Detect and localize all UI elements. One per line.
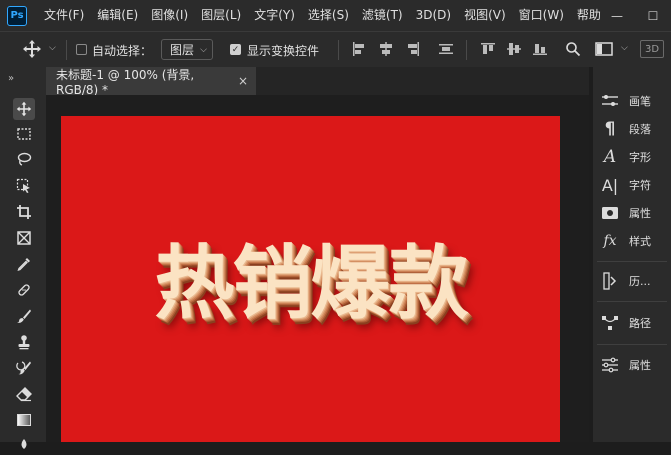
divider bbox=[66, 40, 67, 60]
auto-select-target-value: 图层 bbox=[170, 43, 195, 57]
menu-select[interactable]: 选择(S) bbox=[301, 0, 355, 31]
align-left-edges-icon[interactable] bbox=[351, 41, 367, 61]
close-icon[interactable]: × bbox=[238, 74, 248, 88]
workspace-icon[interactable] bbox=[595, 41, 613, 61]
panel-history[interactable]: 历... bbox=[593, 268, 671, 294]
gradient-icon[interactable] bbox=[13, 409, 35, 431]
3d-mode-badge[interactable]: 3D bbox=[640, 40, 664, 58]
options-bar: ⌵ 自动选择： 图层 ⌵ ✓ 显示变换控件 ⌵ 3D bbox=[0, 31, 671, 67]
panel-group-divider bbox=[597, 344, 667, 345]
styles-icon: fx bbox=[603, 233, 617, 249]
rectangular-marquee-icon[interactable] bbox=[13, 123, 35, 145]
tab-bar bbox=[256, 67, 589, 95]
menu-items: 文件(F) 编辑(E) 图像(I) 图层(L) 文字(Y) 选择(S) 滤镜(T… bbox=[37, 0, 607, 31]
adjustments-icon bbox=[599, 357, 621, 373]
move-tool-icon[interactable] bbox=[13, 98, 35, 120]
frame-tool-icon[interactable] bbox=[13, 227, 35, 249]
history-brush-icon[interactable] bbox=[13, 357, 35, 379]
tool-preset-chevron-icon[interactable]: ⌵ bbox=[49, 43, 56, 53]
align-vertical-centers-icon[interactable] bbox=[506, 41, 522, 61]
auto-select-checkbox[interactable] bbox=[76, 44, 87, 55]
history-icon bbox=[599, 272, 621, 290]
auto-select-label: 自动选择： bbox=[92, 44, 153, 58]
maximize-button[interactable]: ☐ bbox=[635, 0, 671, 31]
panel-paths[interactable]: 路径 bbox=[593, 310, 671, 336]
align-horizontal-centers-icon[interactable] bbox=[378, 41, 394, 61]
menu-bar: Ps 文件(F) 编辑(E) 图像(I) 图层(L) 文字(Y) 选择(S) 滤… bbox=[0, 0, 671, 31]
tools-panel bbox=[0, 95, 46, 449]
toolbar-header: » bbox=[0, 67, 46, 95]
divider bbox=[466, 40, 467, 60]
distribute-horizontal-icon[interactable] bbox=[438, 41, 454, 61]
menu-edit[interactable]: 编辑(E) bbox=[90, 0, 144, 31]
panel-label: 属性 bbox=[629, 207, 651, 220]
document-tab-title: 未标题-1 @ 100% (背景, RGB/8) * bbox=[56, 67, 195, 97]
panel-label: 字符 bbox=[629, 179, 651, 192]
panel-glyphs[interactable]: A 字形 bbox=[593, 144, 671, 170]
panel-paragraph[interactable]: ¶ 段落 bbox=[593, 116, 671, 142]
document-canvas[interactable]: 热销爆款 bbox=[61, 116, 560, 442]
object-selection-icon[interactable] bbox=[13, 175, 35, 197]
eraser-icon[interactable] bbox=[13, 383, 35, 405]
panel-properties[interactable]: 属性 bbox=[593, 200, 671, 226]
workspace-chevron-icon[interactable]: ⌵ bbox=[621, 43, 628, 53]
healing-brush-icon[interactable] bbox=[13, 279, 35, 301]
show-transform-checkbox[interactable]: ✓ bbox=[230, 44, 241, 55]
panel-character[interactable]: A| 字符 bbox=[593, 172, 671, 198]
menu-window[interactable]: 窗口(W) bbox=[512, 0, 570, 31]
show-transform-label: 显示变换控件 bbox=[247, 44, 320, 58]
crop-icon[interactable] bbox=[13, 201, 35, 223]
menu-type[interactable]: 文字(Y) bbox=[247, 0, 301, 31]
paragraph-icon: ¶ bbox=[604, 119, 616, 139]
panel-styles[interactable]: fx 样式 bbox=[593, 228, 671, 254]
eyedropper-icon[interactable] bbox=[13, 253, 35, 275]
panel-label: 历... bbox=[629, 275, 651, 288]
panel-label: 路径 bbox=[629, 317, 651, 330]
align-bottom-edges-icon[interactable] bbox=[532, 41, 548, 61]
expand-toolbar-icon[interactable]: » bbox=[8, 73, 14, 84]
divider bbox=[338, 40, 339, 60]
panel-label: 字形 bbox=[629, 151, 651, 164]
clone-stamp-icon[interactable] bbox=[13, 331, 35, 353]
menu-3d[interactable]: 3D(D) bbox=[409, 0, 457, 31]
menu-file[interactable]: 文件(F) bbox=[37, 0, 90, 31]
panel-label: 画笔 bbox=[629, 95, 651, 108]
menu-layer[interactable]: 图层(L) bbox=[194, 0, 247, 31]
collapsed-panel-dock: 画笔 ¶ 段落 A 字形 A| 字符 属性 fx 样式 历... 路径 属性 bbox=[593, 67, 671, 442]
brush-settings-icon bbox=[599, 93, 621, 109]
brush-icon[interactable] bbox=[13, 305, 35, 327]
canvas-headline-text[interactable]: 热销爆款 bbox=[61, 240, 560, 328]
menu-filter[interactable]: 滤镜(T) bbox=[355, 0, 409, 31]
character-icon: A| bbox=[601, 175, 619, 195]
photoshop-logo[interactable]: Ps bbox=[7, 5, 27, 26]
paths-icon bbox=[599, 315, 621, 331]
panel-brush-settings[interactable]: 画笔 bbox=[593, 88, 671, 114]
panel-label: 样式 bbox=[629, 235, 651, 248]
align-top-edges-icon[interactable] bbox=[480, 41, 496, 61]
menu-image[interactable]: 图像(I) bbox=[144, 0, 194, 31]
move-tool-icon[interactable] bbox=[22, 39, 42, 63]
properties-icon bbox=[599, 206, 621, 220]
search-icon[interactable] bbox=[565, 41, 581, 61]
auto-select-target-dropdown[interactable]: 图层 ⌵ bbox=[161, 39, 213, 60]
panel-label: 段落 bbox=[629, 123, 651, 136]
blur-icon[interactable] bbox=[13, 433, 35, 455]
panel-group-divider bbox=[597, 301, 667, 302]
minimize-button[interactable]: — bbox=[599, 0, 635, 31]
panel-group-divider bbox=[597, 261, 667, 262]
align-right-edges-icon[interactable] bbox=[405, 41, 421, 61]
lasso-icon[interactable] bbox=[13, 148, 35, 170]
panel-label: 属性 bbox=[629, 359, 651, 372]
tab-document[interactable]: 未标题-1 @ 100% (背景, RGB/8) * × bbox=[46, 67, 256, 97]
menu-view[interactable]: 视图(V) bbox=[457, 0, 512, 31]
panel-adjustments[interactable]: 属性 bbox=[593, 352, 671, 378]
glyphs-icon: A bbox=[603, 147, 617, 167]
window-controls: — ☐ bbox=[599, 0, 671, 31]
chevron-down-icon: ⌵ bbox=[200, 44, 207, 55]
